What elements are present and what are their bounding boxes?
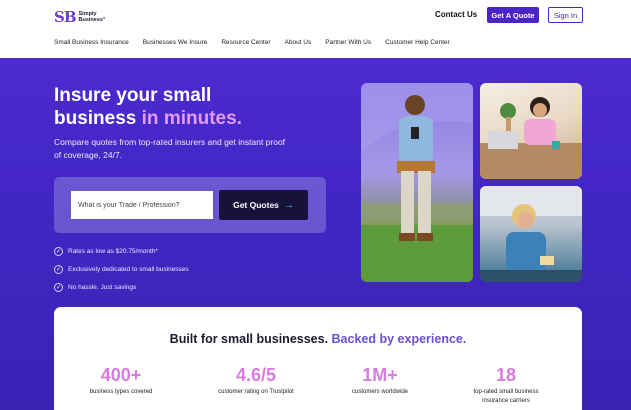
benefit-list: ✓ Rates as low as $20.75/month* ✓ Exclus… — [54, 242, 189, 296]
contact-us-link[interactable]: Contact Us — [435, 10, 477, 19]
stats-card: Built for small businesses. Backed by ex… — [54, 307, 582, 410]
stat-value: 1M+ — [362, 365, 398, 385]
woman-laptop-photo — [480, 83, 582, 179]
nav-item-resource-center[interactable]: Resource Center — [221, 39, 270, 46]
hero-section: Insure your small business in minutes. C… — [0, 58, 631, 410]
main-nav: Small Business Insurance Businesses We I… — [54, 39, 450, 46]
stat-item: 1M+ customers worldwide — [320, 364, 440, 397]
check-circle-icon: ✓ — [54, 264, 63, 274]
stats-title: Built for small businesses. Backed by ex… — [54, 332, 582, 346]
stat-label: customers worldwide — [351, 389, 409, 395]
hero-title-line1: Insure your small — [54, 85, 212, 106]
hero-title-accent: in minutes. — [141, 108, 242, 129]
woman-counter-photo — [480, 186, 582, 282]
trade-profession-input[interactable] — [71, 191, 213, 219]
stat-label: customer rating on Trustpilot — [218, 389, 294, 395]
hero-title-plain: business — [54, 108, 142, 129]
benefit-label: Exclusively dedicated to small businesse… — [68, 265, 189, 273]
stats-title-accent: Backed by experience. — [331, 332, 467, 346]
hero-subtitle: Compare quotes from top-rated insurers a… — [54, 137, 286, 160]
benefit-item: ✓ No hassle. Just savings — [54, 278, 189, 296]
stat-item: 4.6/5 customer rating on Trustpilot — [196, 364, 316, 397]
hero-title: Insure your small business in minutes. — [54, 84, 294, 130]
check-circle-icon: ✓ — [54, 282, 63, 292]
quote-search-card: Get Quotes → — [54, 177, 326, 233]
arrow-right-icon: → — [283, 199, 294, 211]
stat-value: 18 — [495, 365, 517, 385]
stat-value: 4.6/5 — [235, 365, 277, 385]
stats-title-plain: Built for small businesses. — [169, 332, 332, 346]
get-quotes-button[interactable]: Get Quotes → — [219, 190, 308, 220]
logo[interactable]: SB Simply Business° — [54, 8, 105, 26]
nav-item-businesses-we-insure[interactable]: Businesses We Insure — [143, 39, 208, 46]
stat-label: business types covered — [89, 389, 153, 395]
get-quotes-label: Get Quotes — [233, 200, 279, 210]
get-a-quote-button[interactable]: Get A Quote — [487, 7, 539, 23]
stat-item: 400+ business types covered — [61, 364, 181, 397]
nav-item-customer-help-center[interactable]: Customer Help Center — [385, 39, 450, 46]
logo-mark: SB — [54, 8, 76, 26]
stat-value: 400+ — [100, 365, 142, 385]
logo-text-line2: Business° — [78, 17, 106, 23]
benefit-item: ✓ Exclusively dedicated to small busines… — [54, 260, 189, 278]
logo-text: Simply Business° — [79, 11, 106, 23]
nav-item-partner-with-us[interactable]: Partner With Us — [325, 39, 371, 46]
benefit-label: No hassle. Just savings — [68, 283, 137, 291]
check-circle-icon: ✓ — [54, 246, 63, 256]
contractor-photo — [361, 83, 473, 282]
site-header: SB Simply Business° Contact Us Get A Quo… — [0, 0, 631, 58]
stat-label: top-rated small business insurance carri… — [473, 389, 539, 404]
stat-item: 18 top-rated small business insurance ca… — [446, 364, 566, 406]
benefit-item: ✓ Rates as low as $20.75/month* — [54, 242, 189, 260]
nav-item-small-business-insurance[interactable]: Small Business Insurance — [54, 39, 129, 46]
benefit-label: Rates as low as $20.75/month* — [68, 247, 158, 255]
nav-item-about-us[interactable]: About Us — [285, 39, 312, 46]
sign-in-button[interactable]: Sign In — [548, 7, 583, 23]
